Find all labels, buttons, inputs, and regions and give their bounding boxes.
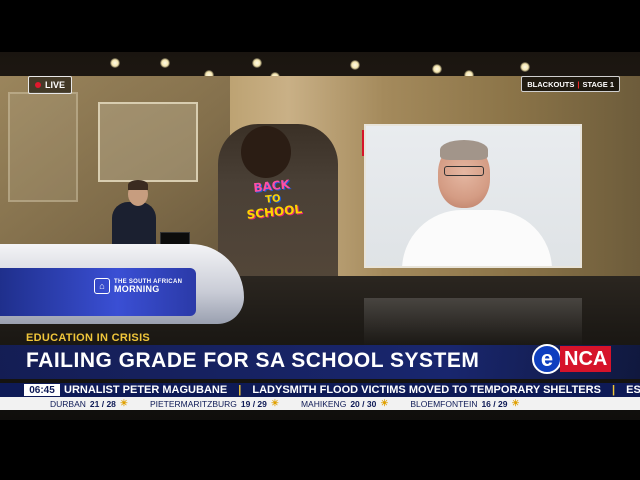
ticker-separator: | <box>238 384 242 396</box>
channel-logo-e: e <box>532 344 562 374</box>
live-dot-icon <box>35 82 41 88</box>
weather-item: DURBAN 21 / 28 ☀ <box>50 398 128 409</box>
studio-light <box>252 58 262 68</box>
weather-item: PIETERMARITZBURG 19 / 29 ☀ <box>149 398 279 409</box>
partly-sunny-icon: ☀ <box>270 398 279 408</box>
studio-light <box>350 60 360 70</box>
live-label: LIVE <box>45 80 66 90</box>
partly-sunny-icon: ☀ <box>380 398 389 408</box>
weather-item: MAHIKENG 20 / 30 ☀ <box>300 398 389 409</box>
ticker-item: ESKOM I <box>626 384 640 396</box>
studio-light <box>110 58 120 68</box>
weather-bar: DURBAN 21 / 28 ☀ PIETERMARITZBURG 19 / 2… <box>0 397 640 410</box>
channel-logo: e NCA <box>532 344 624 374</box>
ticker-item: LADYSMITH FLOOD VICTIMS MOVED TO TEMPORA… <box>252 384 601 396</box>
live-badge: LIVE <box>28 76 73 94</box>
guest-shirt <box>402 210 552 266</box>
blackout-label: BLACKOUTS <box>527 79 575 89</box>
studio-light <box>432 64 442 74</box>
partly-sunny-icon: ☀ <box>119 398 128 408</box>
floor-reflection <box>364 298 582 346</box>
blackout-separator: | <box>577 79 580 89</box>
ticker-separator: | <box>612 384 616 396</box>
show-logo-line2: MORNING <box>114 284 160 294</box>
clock: 06:45 <box>24 384 60 396</box>
studio-light <box>520 62 530 72</box>
student-head <box>241 126 291 178</box>
classroom-window <box>98 102 198 182</box>
back-to-school-shirt-print: BACK TO SCHOOL <box>245 177 303 222</box>
blackout-status-badge: BLACKOUTS | STAGE 1 <box>521 76 620 92</box>
guest-hair <box>440 140 488 160</box>
blackout-stage: STAGE 1 <box>582 79 614 89</box>
ticker-text: URNALIST PETER MAGUBANE | LADYSMITH FLOO… <box>64 383 640 397</box>
headline: FAILING GRADE FOR SA SCHOOL SYSTEM <box>26 349 480 372</box>
channel-logo-nca: NCA <box>560 346 612 372</box>
show-logo: ⌂ THE SOUTH AFRICAN MORNING <box>94 278 182 294</box>
ticker-item: URNALIST PETER MAGUBANE <box>64 384 228 396</box>
anchor-hair <box>128 180 148 190</box>
studio-light <box>160 58 170 68</box>
partly-sunny-icon: ☀ <box>511 398 520 408</box>
guest-video-feed <box>364 124 582 268</box>
broadcast-frame: BACK TO SCHOOL ⌂ THE SOUTH AFRICAN MORNI… <box>0 52 640 420</box>
glasses-icon <box>444 166 484 176</box>
classroom-door <box>8 92 78 202</box>
story-topic: EDUCATION IN CRISIS <box>26 332 151 344</box>
weather-item: BLOEMFONTEIN 16 / 29 ☀ <box>410 398 520 409</box>
show-logo-icon: ⌂ <box>94 278 110 294</box>
